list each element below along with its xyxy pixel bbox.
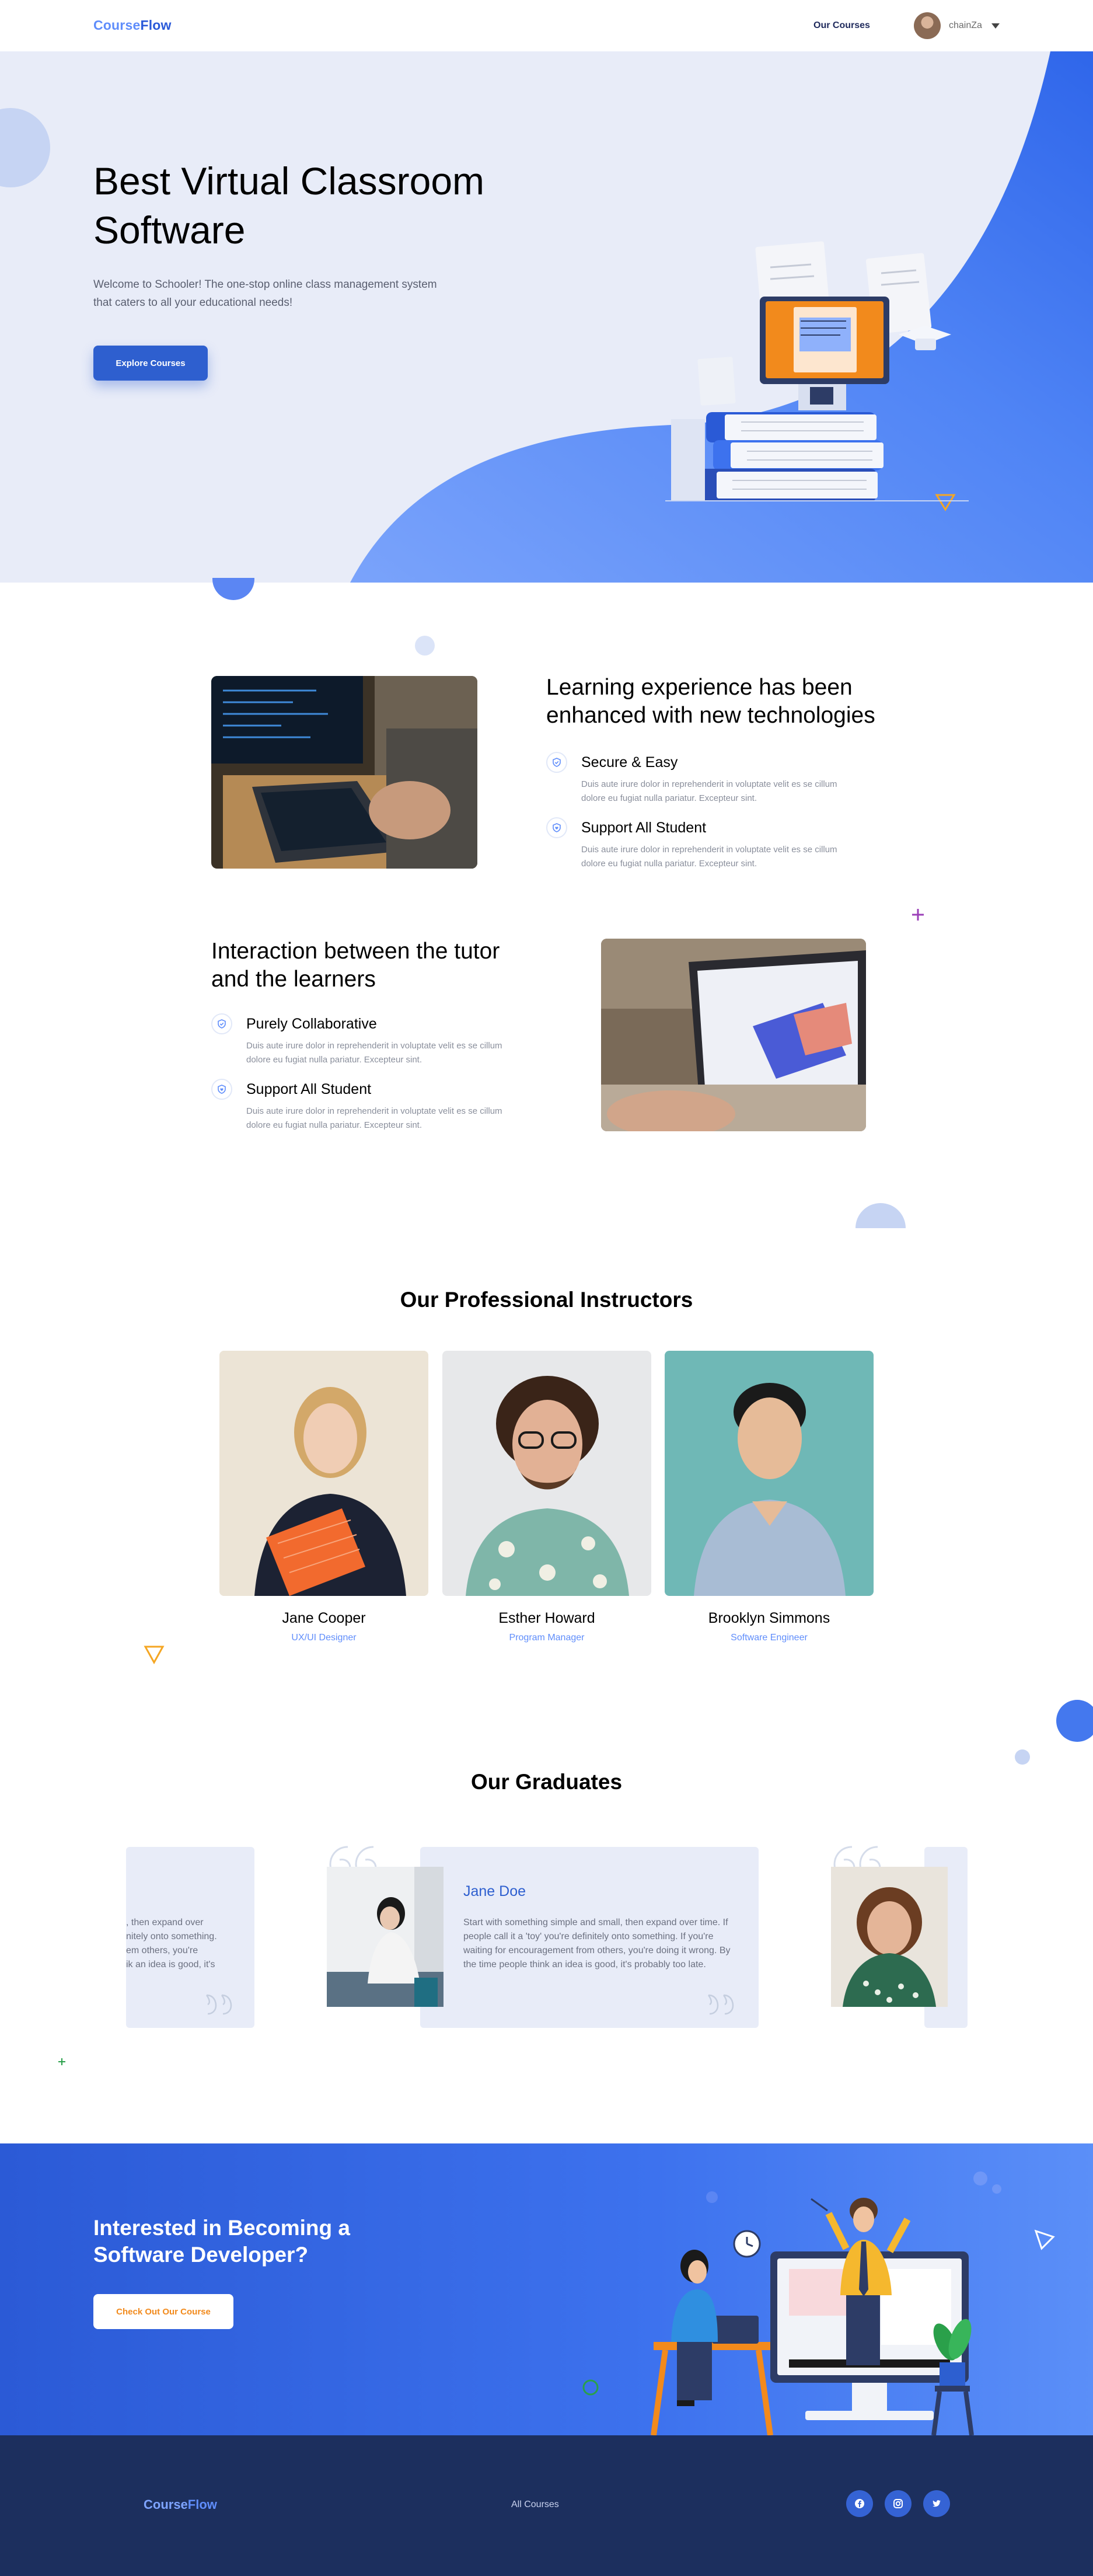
feature2-item-collaborative: Purely Collaborative Duis aute irure dol…: [211, 1013, 515, 1066]
hero-section: Best Virtual Classroom Software Welcome …: [0, 51, 1093, 583]
graduate-card-featured[interactable]: Jane Doe Start with something simple and…: [420, 1847, 759, 2028]
shield-check-icon: [546, 752, 567, 773]
feature-text: Duis aute irure dolor in reprehenderit i…: [246, 1106, 502, 1130]
quote-line: , then expand over: [126, 1918, 204, 1927]
feature2-heading: Interaction between the tutor and the le…: [211, 939, 500, 992]
decor-sparkle: [912, 909, 924, 921]
graduates-heading: Our Graduates: [470, 1770, 623, 1794]
feature-title: Purely Collaborative: [246, 1016, 377, 1032]
decor-dot: [415, 636, 435, 656]
decor-sparkle: [58, 2058, 65, 2065]
instructor-card[interactable]: Brooklyn Simmons Software Engineer: [665, 1351, 874, 1643]
graduate-quote-partial: , then expand over nitely onto something…: [126, 1916, 249, 1972]
footer: CourseFlow All Courses: [0, 2435, 1093, 2576]
cta-section: Interested in Becoming a Software Develo…: [0, 2143, 1093, 2435]
decor-half-circle: [855, 1203, 906, 1228]
nav-link-our-courses[interactable]: Our Courses: [813, 20, 870, 31]
instructor-role: Software Engineer: [731, 1633, 808, 1643]
feature-text: Duis aute irure dolor in reprehenderit i…: [581, 779, 837, 803]
developer-illustration: [582, 2171, 1055, 2435]
coding-laptop-image: [211, 676, 477, 869]
logo-part-1: Course: [144, 2497, 188, 2512]
cta-title: Interested in Becoming a Software Develo…: [93, 2216, 350, 2267]
instructor-name: Esther Howard: [498, 1610, 595, 1626]
instructor-photo: [665, 1351, 874, 1596]
top-navbar: CourseFlow Our Courses chainZa: [0, 0, 1093, 51]
explore-courses-button[interactable]: Explore Courses: [93, 346, 208, 381]
feature1-heading: Learning experience has been enhanced wi…: [546, 675, 875, 728]
facebook-icon[interactable]: [846, 2490, 873, 2517]
instructor-role: Program Manager: [509, 1633, 585, 1643]
laptop-collaboration-image: [601, 939, 866, 1131]
classroom-illustration: [665, 241, 969, 511]
feature1-item-support: Support All Student Duis aute irure dolo…: [546, 817, 850, 870]
check-out-course-button[interactable]: Check Out Our Course: [93, 2294, 233, 2329]
instructor-photo: [442, 1351, 651, 1596]
footer-link-all-courses[interactable]: All Courses: [511, 2500, 559, 2510]
graduate-photo: [327, 1867, 444, 2007]
decor-circle-half: [212, 578, 254, 600]
heart-shield-icon: [546, 817, 567, 838]
graduate-name: Jane Doe: [463, 1883, 526, 1899]
logo-part-2: Flow: [140, 18, 172, 33]
decor-circle: [1056, 1700, 1093, 1742]
feature-text: Duis aute irure dolor in reprehenderit i…: [581, 845, 837, 869]
user-menu[interactable]: chainZa: [914, 12, 1000, 40]
feature-title: Support All Student: [581, 820, 707, 836]
quote-line: nitely onto something.: [126, 1932, 217, 1941]
hero-title: Best Virtual Classroom Software: [93, 159, 485, 252]
quote-line: ik an idea is good, it's: [126, 1960, 215, 1970]
graduate-photo: [831, 1867, 948, 2007]
decor-dot: [1015, 1749, 1030, 1765]
footer-logo[interactable]: CourseFlow: [144, 2497, 217, 2512]
shield-check-icon: [211, 1013, 232, 1034]
user-name[interactable]: chainZa: [949, 20, 982, 31]
instructor-name: Brooklyn Simmons: [708, 1610, 830, 1626]
feature-title: Support All Student: [246, 1081, 372, 1097]
feature-text: Duis aute irure dolor in reprehenderit i…: [246, 1041, 502, 1065]
logo-part-2: Flow: [187, 2497, 217, 2512]
decor-triangle: [144, 1646, 165, 1665]
graduate-quote: Start with something simple and small, t…: [463, 1918, 731, 1970]
instructor-name: Jane Cooper: [282, 1610, 366, 1626]
avatar[interactable]: [914, 12, 941, 39]
instructors-heading: Our Professional Instructors: [400, 1288, 693, 1312]
instructor-card[interactable]: Esther Howard Program Manager: [442, 1351, 651, 1643]
feature1-item-secure: Secure & Easy Duis aute irure dolor in r…: [546, 752, 850, 804]
quote-close-icon: [205, 1994, 232, 2015]
instructor-card[interactable]: Jane Cooper UX/UI Designer: [219, 1351, 428, 1643]
quote-close-icon: [707, 1994, 734, 2015]
instagram-icon[interactable]: [885, 2490, 912, 2517]
instructor-role: UX/UI Designer: [291, 1633, 357, 1643]
twitter-icon[interactable]: [923, 2490, 950, 2517]
chevron-down-icon[interactable]: [991, 23, 1000, 29]
quote-line: em others, you're: [126, 1946, 198, 1955]
hero-subtitle: Welcome to Schooler! The one-stop online…: [93, 278, 437, 309]
logo[interactable]: CourseFlow: [93, 18, 172, 33]
feature-title: Secure & Easy: [581, 754, 678, 771]
feature2-item-support: Support All Student Duis aute irure dolo…: [211, 1079, 515, 1131]
instructor-photo: [219, 1351, 428, 1596]
logo-part-1: Course: [93, 18, 141, 33]
graduate-card-previous[interactable]: , then expand over nitely onto something…: [126, 1847, 254, 2028]
heart-shield-icon: [211, 1079, 232, 1100]
